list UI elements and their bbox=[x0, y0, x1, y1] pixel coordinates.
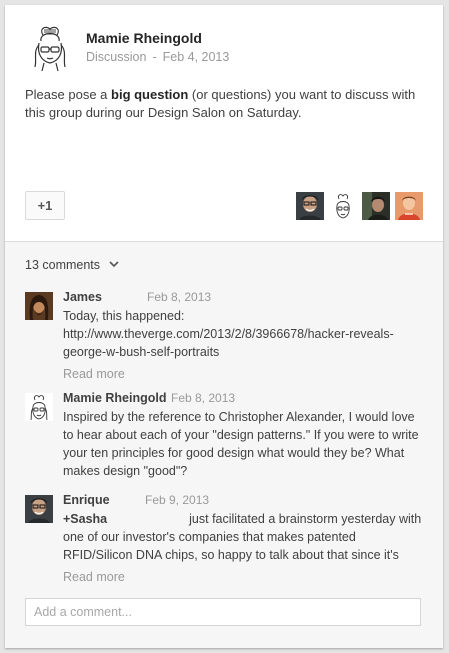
sketch-face-icon bbox=[25, 393, 53, 421]
comments-count: 13 comments bbox=[25, 258, 101, 272]
plusone-button[interactable]: +1 bbox=[25, 191, 65, 220]
post-body: Please pose a big question (or questions… bbox=[25, 86, 425, 122]
author-avatar[interactable] bbox=[27, 21, 73, 73]
post-meta: Discussion - Feb 4, 2013 bbox=[86, 50, 229, 64]
person-photo-icon bbox=[362, 192, 390, 220]
plusoner-avatar[interactable] bbox=[395, 192, 423, 220]
comment-author[interactable]: Enrique bbox=[63, 493, 110, 507]
sketch-face-icon bbox=[34, 26, 66, 72]
comment-text: Inspired by the reference to Christopher… bbox=[63, 410, 419, 478]
comment-avatar[interactable] bbox=[25, 292, 53, 320]
post-section: Mamie Rheingold Discussion - Feb 4, 2013 P… bbox=[5, 5, 443, 242]
author-name[interactable]: Mamie Rheingold bbox=[86, 30, 202, 46]
person-photo-icon bbox=[296, 192, 324, 220]
add-comment-input[interactable] bbox=[25, 598, 421, 626]
person-photo-icon bbox=[25, 495, 53, 523]
comment-text-body: just facilitated a brainstorm yesterday … bbox=[63, 512, 422, 562]
sketch-face-icon bbox=[329, 192, 357, 220]
post-card: Mamie Rheingold Discussion - Feb 4, 2013 P… bbox=[5, 5, 443, 648]
post-text-before: Please pose a bbox=[25, 87, 112, 102]
comment-date[interactable]: Feb 8, 2013 bbox=[171, 391, 235, 405]
comments-toggle[interactable]: 13 comments bbox=[25, 258, 119, 272]
plusoner-avatar[interactable] bbox=[296, 192, 324, 220]
post-category[interactable]: Discussion bbox=[86, 50, 146, 64]
meta-separator: - bbox=[152, 50, 157, 64]
comment-date[interactable]: Feb 9, 2013 bbox=[145, 493, 209, 507]
comment-author[interactable]: Mamie Rheingold bbox=[63, 391, 166, 405]
read-more-link[interactable]: Read more bbox=[63, 367, 125, 381]
chevron-down-icon bbox=[108, 261, 119, 267]
plusoner-avatar[interactable] bbox=[329, 192, 357, 220]
read-more-link[interactable]: Read more bbox=[63, 570, 125, 584]
comment-text: Today, this happened: http://www.theverg… bbox=[63, 309, 394, 359]
plusoners-avatars bbox=[291, 192, 423, 220]
person-photo-icon bbox=[395, 192, 423, 220]
post-text-bold: big question bbox=[111, 87, 189, 102]
comment-avatar[interactable] bbox=[25, 393, 53, 421]
comment-avatar[interactable] bbox=[25, 495, 53, 523]
person-photo-icon bbox=[25, 292, 53, 320]
post-date[interactable]: Feb 4, 2013 bbox=[163, 50, 230, 64]
comment-date[interactable]: Feb 8, 2013 bbox=[147, 290, 211, 304]
mention-link[interactable]: +Sasha bbox=[63, 512, 107, 526]
comment-text: +Sasha just facilitated a brainstorm yest… bbox=[63, 510, 425, 564]
comment-author[interactable]: James bbox=[63, 290, 102, 304]
plusoner-avatar[interactable] bbox=[362, 192, 390, 220]
